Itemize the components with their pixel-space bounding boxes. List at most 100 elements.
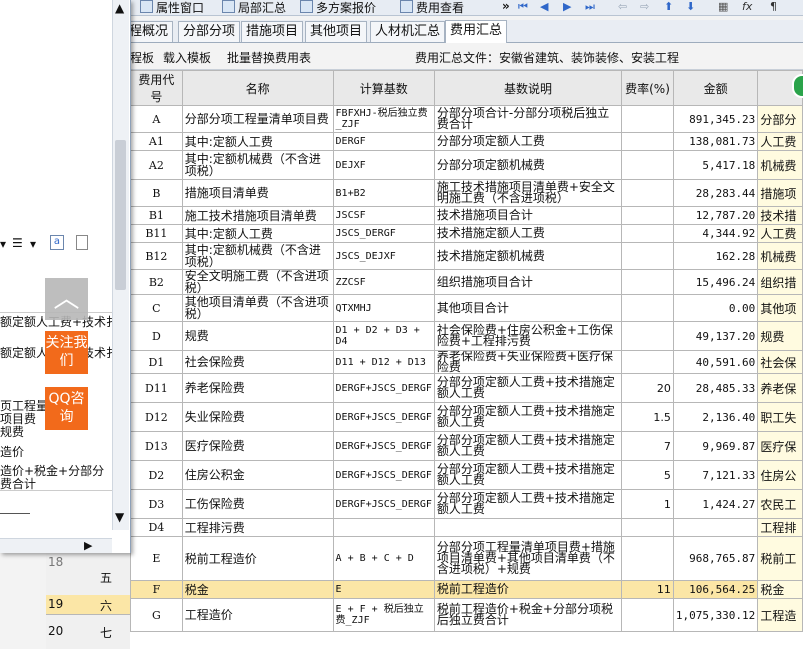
cell-remark[interactable]: 医疗保 [757,431,803,461]
qq-consult-button[interactable]: QQ咨询 [45,387,88,430]
cell-amount[interactable] [672,518,759,537]
cell-base-desc[interactable]: 分部分项定额机械费 [433,150,623,180]
cell-code[interactable]: D [130,321,183,351]
cell-remark[interactable]: 养老保 [757,373,803,403]
table-row[interactable]: A 分部分项工程量清单项目费 FBFXHJ-税后独立费_ZJF 分部分项合计-分部分项… [130,105,803,133]
cell-remark[interactable]: 工程造 [757,598,803,632]
cell-amount[interactable]: 40,591.60 [672,350,759,374]
cell-code[interactable]: F [130,580,183,599]
cell-base-desc[interactable]: 组织措施项目合计 [433,269,623,295]
cell-rate[interactable] [621,105,674,133]
tab-sub-items[interactable]: 分部分项 [178,21,241,42]
cell-name[interactable]: 其中:定额机械费（不含进项税） [181,150,334,180]
cell-base-desc[interactable]: 税前工程造价+税金+分部分项税后独立费合计 [433,598,623,632]
cell-base[interactable]: DERGF [332,132,435,151]
cell-base[interactable]: DERGF+JSCS_DERGF [332,402,435,432]
table-row[interactable]: D13 医疗保险费 DERGF+JSCS_DERGF 分部分项定额人工费+技术措施定额… [130,431,803,461]
cell-base-desc[interactable]: 分部分项定额人工费+技术措施定额人工费 [433,460,623,490]
cell-base[interactable]: D11 + D12 + D13 [332,350,435,374]
cell-code[interactable]: D11 [130,373,183,403]
cell-base[interactable] [332,518,435,537]
cell-base[interactable]: JSCS_DERGF [332,224,435,243]
cell-base-desc[interactable]: 分部分项工程量清单项目费+措施项目清单费+其他项目清单费（不含进项税）+规费 [433,536,623,581]
cell-rate[interactable]: 7 [621,431,674,461]
cell-code[interactable]: A2 [130,150,183,180]
cell-amount[interactable]: 1,075,330.12 [672,598,759,632]
cell-rate[interactable]: 20 [621,373,674,403]
cell-code[interactable]: B [130,179,183,207]
column-header-rate[interactable]: 费率(%) [621,70,674,106]
cell-rate[interactable] [621,321,674,351]
cell-amount[interactable]: 5,417.18 [672,150,759,180]
cell-base-desc[interactable]: 技术措施定额机械费 [433,242,623,270]
cell-base[interactable]: DERGF+JSCS_DERGF [332,460,435,490]
cell-remark[interactable]: 分部分 [757,105,803,133]
load-template-button[interactable]: 载入模板 [163,49,211,66]
cell-remark[interactable]: 机械费 [757,150,803,180]
table-row[interactable]: D3 工伤保险费 DERGF+JSCS_DERGF 分部分项定额人工费+技术措施定额人… [130,489,803,519]
cell-base-desc[interactable]: 技术措施定额人工费 [433,224,623,243]
cell-amount[interactable]: 4,344.92 [672,224,759,243]
cell-rate[interactable] [621,536,674,581]
column-header-base[interactable]: 计算基数 [332,70,435,106]
cell-name[interactable]: 住房公积金 [181,460,334,490]
cell-rate[interactable]: 1.5 [621,402,674,432]
cell-remark[interactable]: 农民工 [757,489,803,519]
table-row[interactable]: D12 失业保险费 DERGF+JSCS_DERGF 分部分项定额人工费+技术措施定额… [130,402,803,432]
up-icon[interactable]: ⬆ [664,0,673,13]
table-row[interactable]: E 税前工程造价 A + B + C + D 分部分项工程量清单项目费+措施项目清单费… [130,536,803,581]
cell-base-desc[interactable]: 分部分项定额人工费+技术措施定额人工费 [433,402,623,432]
prev-icon[interactable]: ◀ [540,0,548,13]
cell-code[interactable]: E [130,536,183,581]
row-number-19[interactable]: 19 六 [46,595,130,615]
cell-rate[interactable] [621,350,674,374]
function-icon[interactable]: fx [742,0,752,13]
cell-rate[interactable]: 11 [621,580,674,599]
cell-amount[interactable]: 162.28 [672,242,759,270]
cell-base-desc[interactable]: 分部分项定额人工费+技术措施定额人工费 [433,431,623,461]
scroll-right-icon[interactable]: ▶ [84,539,92,552]
cell-remark[interactable]: 组织措 [757,269,803,295]
row-number-18[interactable]: 18 五 [46,553,130,596]
cell-rate[interactable] [621,294,674,322]
cell-name[interactable]: 规费 [181,321,334,351]
cell-code[interactable]: D3 [130,489,183,519]
table-row[interactable]: G 工程造价 E + F + 税后独立费_ZJF 税前工程造价+税金+分部分项税后独立… [130,598,803,632]
forward-icon[interactable]: ⇨ [640,0,649,13]
scroll-down-icon[interactable]: ▼ [115,510,124,524]
cell-amount[interactable]: 49,137.20 [672,321,759,351]
table-row[interactable]: D11 养老保险费 DERGF+JSCS_DERGF 分部分项定额人工费+技术措施定额… [130,373,803,403]
cell-amount[interactable]: 12,787.20 [672,206,759,225]
tab-labor-material-summary[interactable]: 人材机汇总 [370,21,446,42]
cell-code[interactable]: A1 [130,132,183,151]
column-header-base-desc[interactable]: 基数说明 [433,70,623,106]
cell-amount[interactable]: 7,121.33 [672,460,759,490]
cell-base-desc[interactable]: 分部分项定额人工费 [433,132,623,151]
cell-rate[interactable] [621,598,674,632]
cell-code[interactable]: D1 [130,350,183,374]
cell-code[interactable]: G [130,598,183,632]
table-row[interactable]: D2 住房公积金 DERGF+JSCS_DERGF 分部分项定额人工费+技术措施定额人… [130,460,803,490]
cell-base-desc[interactable]: 税前工程造价 [433,580,623,599]
multi-plan-quote-button[interactable]: 多方案报价 [300,0,376,15]
cell-rate[interactable] [621,150,674,180]
cell-rate[interactable] [621,269,674,295]
toolbar-more[interactable]: » [502,0,510,15]
cell-rate[interactable] [621,242,674,270]
cell-remark[interactable]: 职工失 [757,402,803,432]
document-icon[interactable] [76,235,88,250]
cell-code[interactable]: B12 [130,242,183,270]
scroll-thumb[interactable] [115,140,126,290]
list-icon[interactable]: ☰ [12,236,23,250]
cell-base-desc[interactable]: 分部分项定额人工费+技术措施定额人工费 [433,489,623,519]
table-row[interactable]: F 税金 E 税前工程造价 11 106,564.25 税金 [130,580,803,599]
cell-name[interactable]: 养老保险费 [181,373,334,403]
table-row[interactable]: D1 社会保险费 D11 + D12 + D13 养老保险费+失业保险费+医疗保险费 4… [130,350,803,374]
property-window-button[interactable]: 属性窗口 [140,0,204,15]
table-row[interactable]: C 其他项目清单费（不含进项税） QTXMHJ 其他项目合计 0.00 其他项 [130,294,803,322]
cell-name[interactable]: 施工技术措施项目清单费 [181,206,334,225]
cell-amount[interactable]: 0.00 [672,294,759,322]
cell-remark[interactable]: 税前工 [757,536,803,581]
cell-remark[interactable]: 社会保 [757,350,803,374]
cell-rate[interactable] [621,518,674,537]
